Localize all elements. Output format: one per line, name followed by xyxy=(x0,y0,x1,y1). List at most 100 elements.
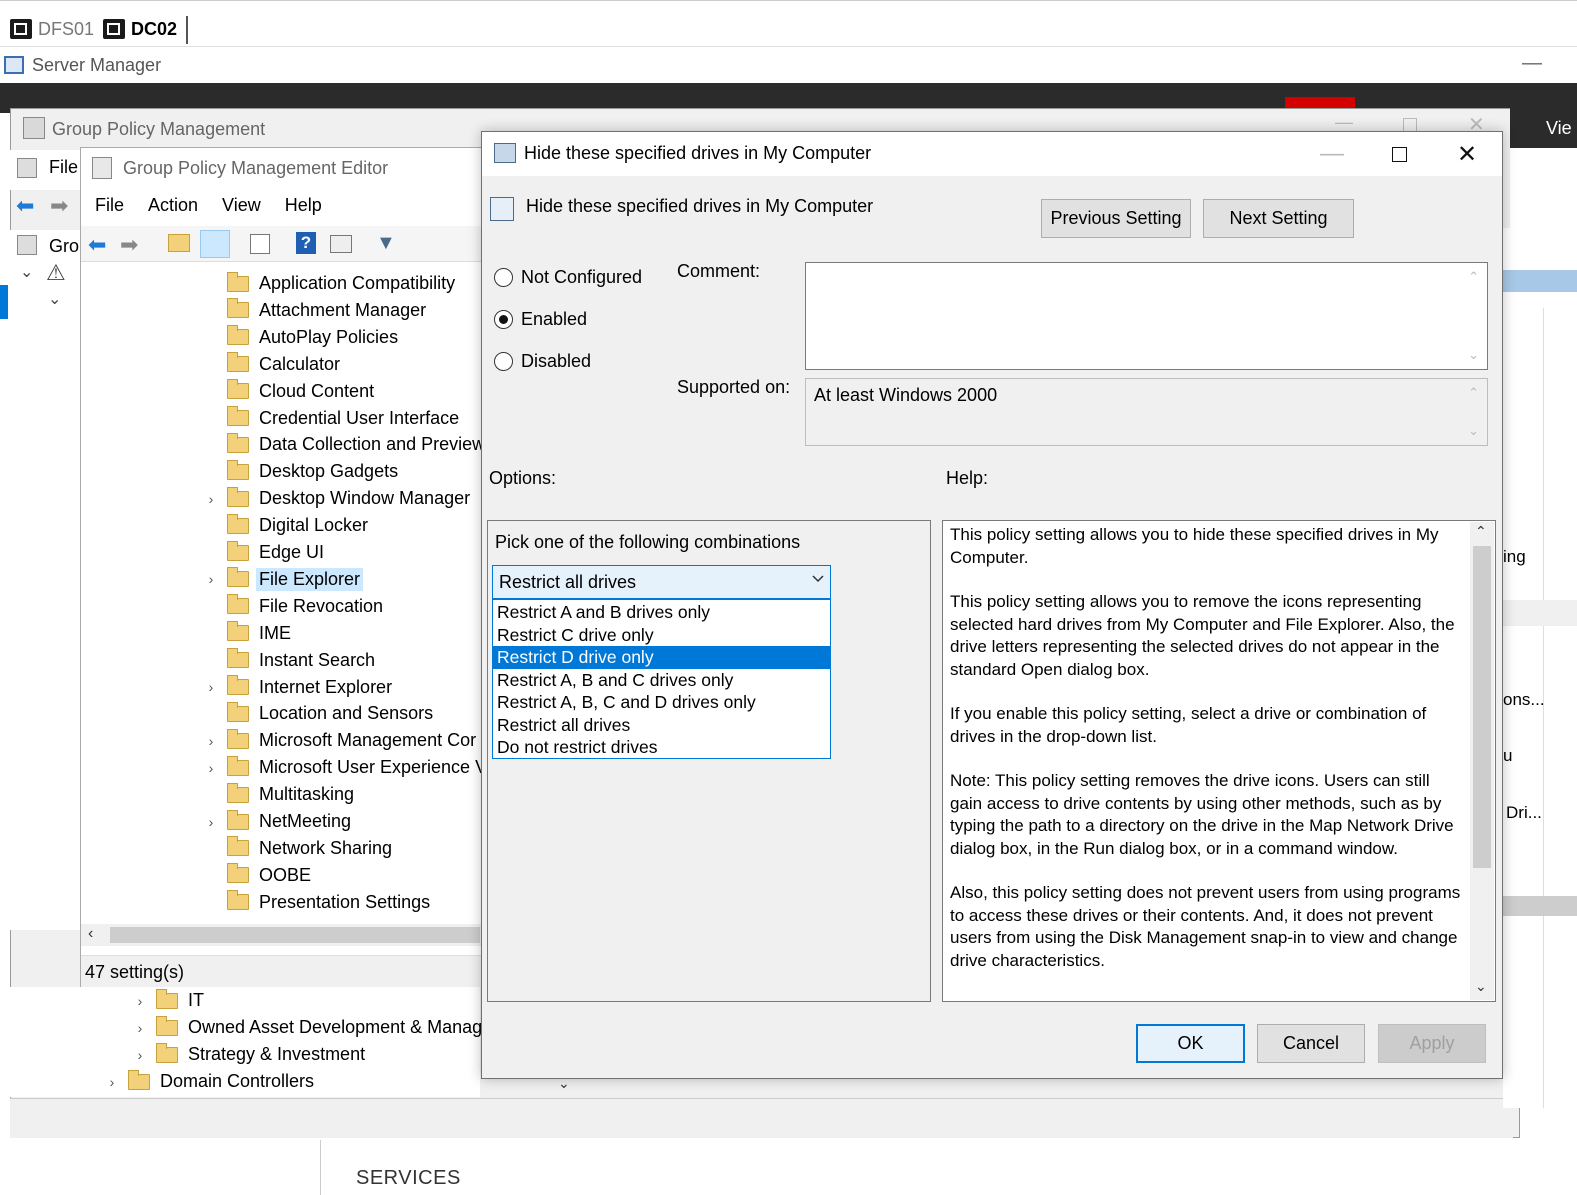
menu-action[interactable]: Action xyxy=(136,190,210,224)
properties-icon[interactable] xyxy=(330,235,352,253)
scroll-down-icon[interactable]: ⌄ xyxy=(1468,347,1479,363)
menu-view[interactable]: View xyxy=(210,190,273,224)
up-folder-icon[interactable] xyxy=(168,234,190,252)
tree-item[interactable]: Instant Search xyxy=(201,647,375,674)
radio-button[interactable] xyxy=(494,268,513,287)
tree-item[interactable]: Edge UI xyxy=(201,539,324,566)
tree-item[interactable]: › Microsoft User Experience V xyxy=(201,754,481,781)
tree-item[interactable]: › File Explorer xyxy=(201,566,364,593)
chevron-right-icon[interactable]: › xyxy=(201,679,221,695)
gpm-tree-item[interactable]: › IT xyxy=(130,987,204,1014)
scroll-up-icon[interactable]: ⌃ xyxy=(1468,385,1479,401)
setting-icon xyxy=(490,197,514,221)
scroll-down-icon[interactable]: ⌄ xyxy=(1475,978,1487,995)
tree-item[interactable]: Attachment Manager xyxy=(201,297,426,324)
back-arrow-icon[interactable]: ⬅ xyxy=(88,232,112,257)
chevron-right-icon[interactable]: › xyxy=(130,1020,150,1036)
chevron-right-icon[interactable]: › xyxy=(201,760,221,776)
tree-item[interactable]: File Revocation xyxy=(201,593,383,620)
chevron-right-icon[interactable]: › xyxy=(201,571,221,587)
chevron-right-icon[interactable]: › xyxy=(130,1047,150,1063)
folder-icon xyxy=(227,675,249,695)
tree-item[interactable]: Location and Sensors xyxy=(201,700,433,727)
gpm-tree-item[interactable]: › Strategy & Investment xyxy=(130,1041,365,1068)
chevron-down-icon[interactable]: ⌄ xyxy=(48,289,61,309)
chevron-right-icon[interactable]: › xyxy=(201,733,221,749)
tree-item[interactable]: Calculator xyxy=(201,351,340,378)
tree-item[interactable]: Data Collection and Preview xyxy=(201,431,481,458)
export-list-icon[interactable] xyxy=(250,234,270,254)
dropdown-option[interactable]: Restrict all drives xyxy=(493,714,830,737)
back-arrow-icon[interactable]: ⬅ xyxy=(16,193,34,219)
radio-not-configured[interactable]: Not Configured xyxy=(494,267,642,288)
tree-item[interactable]: Application Compatibility xyxy=(201,270,455,297)
radio-button[interactable] xyxy=(494,352,513,371)
comment-field[interactable]: ⌃ ⌄ xyxy=(805,262,1488,370)
tree-item[interactable]: Cloud Content xyxy=(201,378,374,405)
gpm-tree-item[interactable]: › Domain Controllers xyxy=(102,1068,314,1095)
scroll-down-icon[interactable]: ⌄ xyxy=(1468,423,1479,439)
apply-button[interactable]: Apply xyxy=(1378,1024,1486,1063)
chevron-right-icon[interactable]: › xyxy=(201,814,221,830)
minimize-icon[interactable]: — xyxy=(1309,136,1355,172)
menu-file[interactable]: File xyxy=(81,190,136,224)
forward-arrow-icon[interactable]: ➡ xyxy=(120,232,144,257)
tree-item[interactable]: › NetMeeting xyxy=(201,808,351,835)
menu-help[interactable]: Help xyxy=(273,190,334,224)
help-icon[interactable]: ? xyxy=(296,232,316,254)
tree-item[interactable]: Multitasking xyxy=(201,781,354,808)
tree-item[interactable]: Credential User Interface xyxy=(201,405,459,432)
scroll-up-icon[interactable]: ⌃ xyxy=(1475,523,1487,540)
setting-name: Hide these specified drives in My Comput… xyxy=(526,196,874,216)
ok-button[interactable]: OK xyxy=(1136,1024,1245,1063)
tree-item[interactable]: Digital Locker xyxy=(201,512,368,539)
scrollbar-thumb[interactable] xyxy=(110,927,480,943)
gpm-file-menu[interactable]: File xyxy=(49,157,78,178)
next-setting-button[interactable]: Next Setting xyxy=(1203,199,1354,238)
chevron-right-icon[interactable]: › xyxy=(130,993,150,1009)
radio-button[interactable] xyxy=(494,310,513,329)
radio-enabled[interactable]: Enabled xyxy=(494,309,587,330)
close-icon[interactable]: ✕ xyxy=(1444,136,1490,172)
scroll-left-icon[interactable]: ‹ xyxy=(88,925,93,943)
radio-disabled[interactable]: Disabled xyxy=(494,351,591,372)
tree-item-label: Internet Explorer xyxy=(259,676,393,697)
rdp-tab-dfs01[interactable]: DFS01 xyxy=(10,14,94,44)
filter-icon[interactable]: ▼ xyxy=(376,232,400,256)
scroll-up-icon[interactable]: ⌃ xyxy=(1468,269,1479,285)
rdp-tab-dc02[interactable]: DC02 xyxy=(103,14,177,44)
maximize-icon[interactable] xyxy=(1376,136,1422,172)
chevron-right-icon[interactable]: › xyxy=(201,491,221,507)
chevron-right-icon[interactable]: › xyxy=(102,1074,122,1090)
scrollbar-thumb[interactable] xyxy=(1473,546,1491,868)
gpm-maximize-icon[interactable] xyxy=(1403,118,1417,132)
minimize-icon[interactable]: — xyxy=(1522,52,1542,75)
gpm-minimize-icon[interactable]: — xyxy=(1335,112,1353,133)
dropdown-option[interactable]: Restrict A and B drives only xyxy=(493,601,830,624)
show-hide-tree-icon[interactable] xyxy=(200,230,230,258)
drive-combination-dropdown[interactable]: Restrict all drives xyxy=(492,565,831,599)
forest-icon: ⚠ xyxy=(46,260,66,285)
view-menu-label[interactable]: Vie xyxy=(1546,118,1572,139)
forward-arrow-icon[interactable]: ➡ xyxy=(50,193,68,219)
gpm-tree-root[interactable]: Gro xyxy=(49,236,79,257)
tree-item[interactable]: Presentation Settings xyxy=(201,889,430,916)
previous-setting-button[interactable]: Previous Setting xyxy=(1041,199,1191,238)
cancel-button[interactable]: Cancel xyxy=(1257,1024,1365,1063)
gpm-tree-item[interactable]: › Owned Asset Development & Manag xyxy=(130,1014,482,1041)
tree-item[interactable]: › Desktop Window Manager xyxy=(201,485,470,512)
tree-item[interactable]: Desktop Gadgets xyxy=(201,458,398,485)
dropdown-option[interactable]: Restrict A, B and C drives only xyxy=(493,669,830,692)
chevron-down-icon[interactable]: ⌄ xyxy=(20,262,33,282)
tree-item[interactable]: OOBE xyxy=(201,862,311,889)
tree-item[interactable]: AutoPlay Policies xyxy=(201,324,398,351)
tree-item[interactable]: › Microsoft Management Cor xyxy=(201,727,476,754)
dropdown-option[interactable]: Restrict C drive only xyxy=(493,624,830,647)
chevron-down-icon[interactable] xyxy=(812,573,824,585)
tree-item[interactable]: IME xyxy=(201,620,291,647)
dropdown-option[interactable]: Restrict D drive only xyxy=(493,646,830,669)
dropdown-option[interactable]: Do not restrict drives xyxy=(493,736,830,759)
tree-item[interactable]: › Internet Explorer xyxy=(201,674,392,701)
tree-item[interactable]: Network Sharing xyxy=(201,835,392,862)
dropdown-option[interactable]: Restrict A, B, C and D drives only xyxy=(493,691,830,714)
